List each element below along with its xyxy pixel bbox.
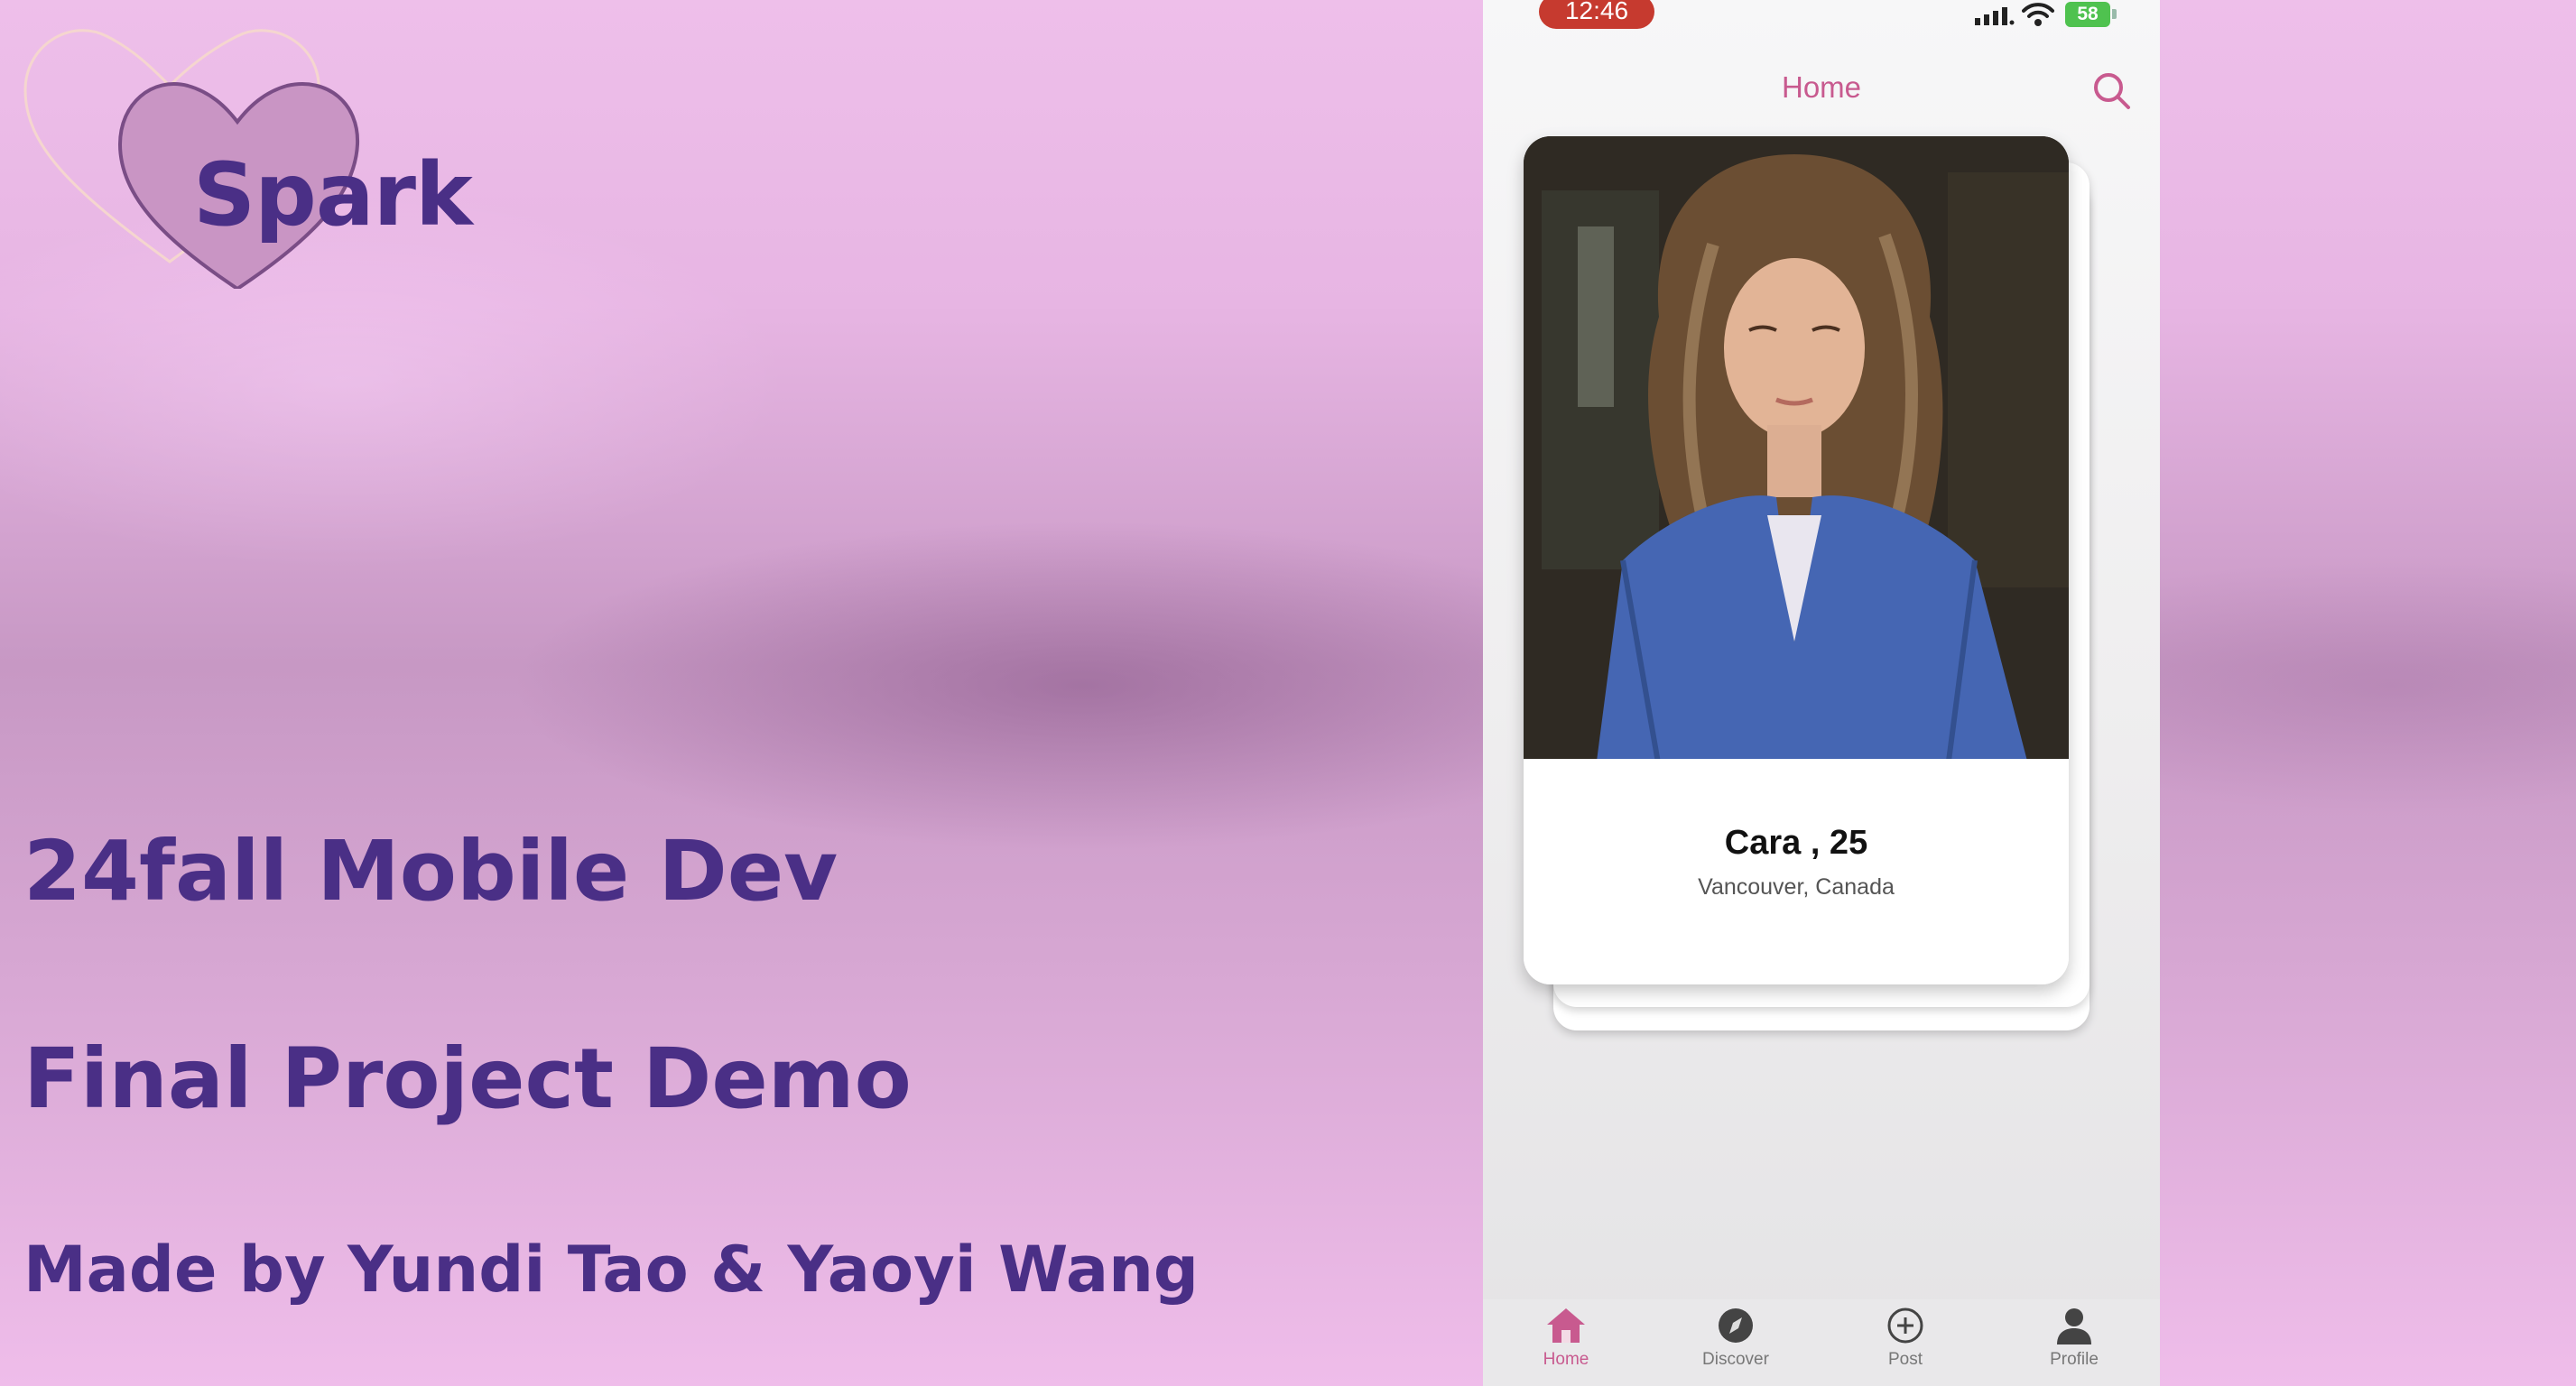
profile-name-age: Cara , 25	[1724, 824, 1868, 862]
headline-course: 24fall Mobile Dev	[23, 823, 839, 919]
profile-card[interactable]: Cara , 25 Vancouver, Canada	[1524, 136, 2069, 984]
compass-icon	[1719, 1308, 1753, 1343]
credits-text: Made by Yundi Tao & Yaoyi Wang	[23, 1233, 1200, 1307]
card-info: Cara , 25 Vancouver, Canada	[1524, 759, 2069, 984]
person-icon	[2057, 1308, 2091, 1344]
profile-location: Vancouver, Canada	[1698, 874, 1895, 900]
tab-discover-label: Discover	[1702, 1350, 1769, 1369]
tab-post[interactable]: Post	[1847, 1307, 1964, 1386]
headline-project: Final Project Demo	[23, 1030, 912, 1127]
tab-profile-label: Profile	[2050, 1350, 2099, 1369]
profile-photo	[1524, 136, 2069, 769]
home-icon	[1547, 1308, 1585, 1343]
battery-indicator: 58	[2065, 2, 2110, 27]
nav-title: Home	[1781, 70, 1862, 104]
cellular-signal-icon	[1975, 7, 2015, 25]
spark-logo: Spark	[16, 18, 473, 291]
search-icon	[2094, 73, 2130, 109]
logo-text: Spark	[193, 144, 473, 245]
tab-profile[interactable]: Profile	[2015, 1307, 2133, 1386]
search-button[interactable]	[2091, 70, 2133, 112]
battery-tip	[2112, 9, 2117, 19]
status-bar: 12:46 58	[1483, 0, 2160, 36]
phone-screen: 12:46 58 Home Cara , 25 Vancouver, Canad…	[1483, 0, 2160, 1386]
tab-home[interactable]: Home	[1507, 1307, 1625, 1386]
wifi-icon	[2022, 3, 2054, 26]
plus-circle-icon	[1887, 1307, 1923, 1344]
tab-bar: Home Discover Post Profile	[1483, 1299, 2160, 1386]
profile-photo-image	[1524, 136, 2069, 769]
tab-post-label: Post	[1887, 1350, 1923, 1369]
tab-discover[interactable]: Discover	[1677, 1307, 1794, 1386]
status-time: 12:46	[1539, 0, 1654, 29]
tab-home-label: Home	[1543, 1350, 1589, 1369]
